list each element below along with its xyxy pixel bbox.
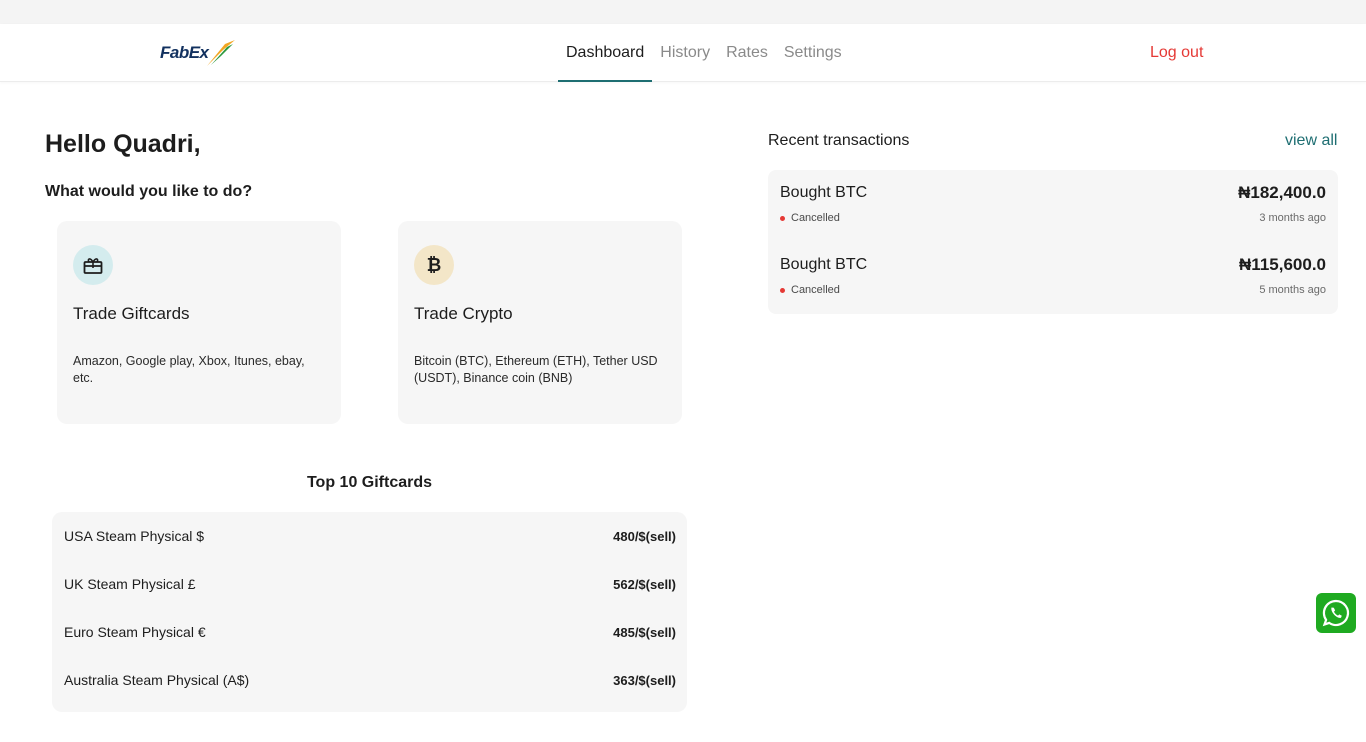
greeting-heading: Hello Quadri,: [45, 130, 201, 158]
view-all-link[interactable]: view all: [1285, 132, 1337, 150]
card-title: Trade Crypto: [414, 304, 513, 323]
giftcard-row[interactable]: Euro Steam Physical € 485/$(sell): [52, 608, 687, 656]
card-title: Trade Giftcards: [73, 304, 190, 323]
giftcard-row[interactable]: UK Steam Physical £ 562/$(sell): [52, 560, 687, 608]
transaction-amount: ₦182,400.0: [1238, 183, 1326, 202]
trade-crypto-card[interactable]: ₿ Trade Crypto Bitcoin (BTC), Ethereum (…: [398, 221, 682, 424]
transaction-time: 3 months ago: [1259, 212, 1326, 224]
svg-text:₿: ₿: [427, 255, 442, 276]
recent-transactions-list: Bought BTC Cancelled ₦182,400.0 3 months…: [768, 170, 1338, 314]
nav-history[interactable]: History: [652, 24, 718, 82]
fabex-logo[interactable]: FabEx: [160, 36, 244, 70]
transaction-row[interactable]: Bought BTC Cancelled ₦115,600.0 5 months…: [768, 242, 1338, 314]
giftcard-rate: 480/$(sell): [613, 528, 676, 544]
trade-giftcards-card[interactable]: Trade Giftcards Amazon, Google play, Xbo…: [57, 221, 341, 424]
giftcard-name: UK Steam Physical £: [64, 576, 196, 592]
status-dot-icon: [780, 287, 785, 293]
giftcard-rate: 562/$(sell): [613, 576, 676, 592]
card-description: Amazon, Google play, Xbox, Itunes, ebay,…: [73, 354, 305, 385]
recent-transactions-title: Recent transactions: [768, 132, 910, 149]
transaction-row[interactable]: Bought BTC Cancelled ₦182,400.0 3 months…: [768, 170, 1338, 242]
transaction-status: Cancelled: [780, 284, 840, 296]
card-description: Bitcoin (BTC), Ethereum (ETH), Tether US…: [414, 354, 658, 385]
browser-top-strip: [0, 0, 1366, 24]
whatsapp-chat-button[interactable]: [1316, 593, 1356, 633]
gift-icon: [73, 245, 113, 285]
main-nav: Dashboard History Rates Settings: [558, 24, 850, 82]
transaction-time: 5 months ago: [1259, 284, 1326, 296]
status-label: Cancelled: [791, 212, 840, 224]
action-prompt: What would you like to do?: [45, 183, 253, 200]
status-dot-icon: [780, 215, 785, 221]
transaction-title: Bought BTC: [780, 256, 868, 273]
bitcoin-icon: ₿: [414, 245, 454, 285]
top-giftcards-title: Top 10 Giftcards: [306, 474, 433, 491]
whatsapp-icon: [1322, 599, 1350, 627]
giftcard-name: Euro Steam Physical €: [64, 624, 206, 640]
logo-text: FabEx: [160, 43, 209, 62]
transaction-status: Cancelled: [780, 212, 840, 224]
nav-dashboard[interactable]: Dashboard: [558, 24, 653, 82]
top-giftcards-list: USA Steam Physical $ 480/$(sell) UK Stea…: [52, 512, 687, 712]
giftcard-name: Australia Steam Physical (A$): [64, 672, 250, 688]
transaction-title: Bought BTC: [780, 184, 868, 201]
transaction-amount: ₦115,600.0: [1239, 255, 1326, 274]
nav-rates[interactable]: Rates: [718, 24, 776, 82]
logo-swoosh-icon: [206, 40, 235, 66]
logout-button[interactable]: Log out: [1150, 24, 1203, 82]
top-navbar: FabEx Dashboard History Rates Settings L…: [0, 24, 1366, 82]
giftcard-row[interactable]: Australia Steam Physical (A$) 363/$(sell…: [52, 656, 687, 704]
status-label: Cancelled: [791, 284, 840, 296]
giftcard-rate: 485/$(sell): [613, 624, 676, 640]
giftcard-row[interactable]: USA Steam Physical $ 480/$(sell): [52, 512, 687, 560]
giftcard-rate: 363/$(sell): [613, 672, 676, 688]
nav-settings[interactable]: Settings: [776, 24, 850, 82]
giftcard-name: USA Steam Physical $: [64, 528, 205, 544]
